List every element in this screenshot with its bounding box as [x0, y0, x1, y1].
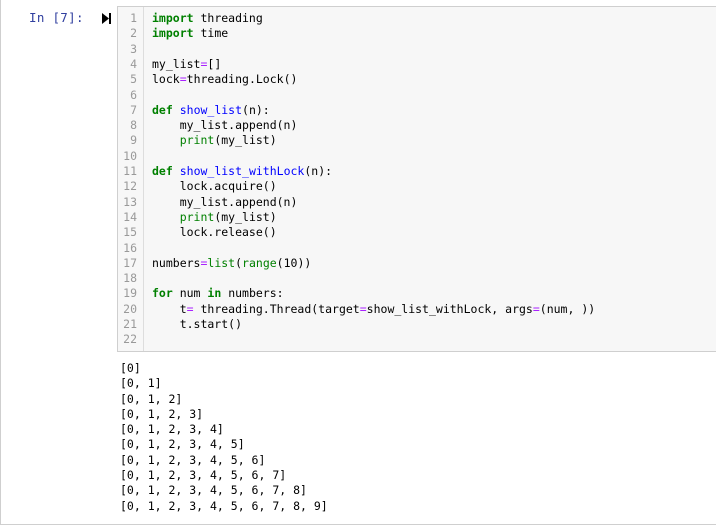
- code-token: (num, )): [539, 301, 596, 316]
- code-line: lock=threading.Lock(): [152, 72, 297, 87]
- code-token: (n):: [242, 102, 270, 117]
- line-number: 22: [123, 332, 137, 347]
- code-token: time: [193, 26, 229, 41]
- code-token: t: [152, 301, 187, 316]
- output-line: [0, 1, 2]: [120, 391, 183, 406]
- code-token: lock.acquire(): [152, 179, 277, 194]
- code-token: (10)): [276, 255, 312, 270]
- line-number: 12: [123, 179, 137, 194]
- code-line: import threading: [152, 11, 263, 26]
- code-token: lock: [152, 72, 180, 87]
- input-prompt: In [7]:: [29, 10, 84, 25]
- output-line: [0, 1, 2, 3, 4, 5, 6, 7]: [120, 468, 287, 483]
- code-token: show_list: [179, 102, 243, 117]
- run-cell-icon[interactable]: [101, 13, 111, 24]
- code-token: for: [152, 286, 173, 301]
- code-line: my_list.append(n): [152, 118, 298, 133]
- code-token: (my_list): [214, 209, 277, 224]
- line-number: 19: [123, 286, 137, 301]
- code-token: in: [207, 286, 222, 301]
- code-token: list: [207, 255, 236, 270]
- code-line: my_list=[]: [152, 57, 221, 72]
- code-line: print(my_list): [152, 133, 277, 148]
- code-token: (: [235, 255, 243, 270]
- line-number: 4: [130, 56, 137, 71]
- code-token: =: [532, 301, 540, 316]
- code-token: numbers:: [221, 286, 284, 301]
- code-token: num: [172, 286, 208, 301]
- code-token: (my_list): [214, 133, 277, 148]
- code-token: lock.release(): [152, 225, 277, 240]
- notebook-cell[interactable]: In [7]: 1 2 3 4 5 6 7 8 9 10 11 12 13 14 15 16 17 18 19 20 2…: [0, 0, 716, 525]
- line-number: 6: [130, 87, 137, 102]
- code-token: =: [179, 72, 187, 87]
- line-number: 15: [123, 225, 137, 240]
- line-number: 3: [130, 41, 137, 56]
- code-token: my_list.append(n): [152, 118, 298, 133]
- code-line: for num in numbers:: [152, 286, 284, 301]
- code-token: print: [179, 209, 215, 224]
- code-line: lock.release(): [152, 225, 277, 240]
- output-line: [0, 1, 2, 3, 4, 5]: [120, 437, 245, 452]
- output-line: [0, 1]: [120, 376, 162, 391]
- code-token: =: [186, 301, 194, 316]
- code-line: import time: [152, 26, 228, 41]
- line-number: 10: [123, 148, 137, 163]
- code-input-area[interactable]: 1 2 3 4 5 6 7 8 9 10 11 12 13 14 15 16 17 18 19 20 21 22 impo…: [117, 6, 716, 352]
- code-token: show_list_withLock, args: [366, 301, 533, 316]
- code-line: my_list.append(n): [152, 194, 298, 210]
- line-number: 1: [130, 11, 137, 25]
- output-line: [0, 1, 2, 3, 4, 5, 6]: [120, 452, 266, 467]
- line-number: 13: [123, 194, 137, 209]
- code-token: []: [207, 56, 222, 71]
- code-token: threading.Lock(): [186, 72, 298, 87]
- code-token: def: [152, 102, 173, 117]
- code-line: def show_list_withLock(n):: [152, 164, 332, 179]
- line-number-gutter: 1 2 3 4 5 6 7 8 9 10 11 12 13 14 15 16 17 18 19 20 21 22: [118, 7, 144, 351]
- code-token: =: [359, 301, 367, 316]
- output-line: [0, 1, 2, 3, 4]: [120, 422, 224, 437]
- code-line: lock.acquire(): [152, 179, 277, 194]
- code-token: my_list: [152, 56, 201, 71]
- line-number: 21: [123, 317, 137, 331]
- line-number: 11: [123, 164, 137, 178]
- line-number: 9: [130, 133, 137, 148]
- line-number: 18: [123, 271, 137, 286]
- code-token: show_list_withLock: [179, 164, 305, 178]
- line-number: 17: [123, 255, 137, 270]
- output-line: [0]: [120, 361, 141, 375]
- line-number: 8: [130, 118, 137, 133]
- code-line: t= threading.Thread(target=show_list_wit…: [152, 302, 595, 317]
- line-number: 7: [130, 102, 137, 117]
- code-token: threading: [193, 11, 263, 25]
- output-line: [0, 1, 2, 3]: [120, 406, 204, 421]
- code-token: (n):: [304, 164, 333, 178]
- cell-output: [0] [0, 1] [0, 1, 2] [0, 1, 2, 3] [0, 1, 2, …: [120, 361, 710, 514]
- output-line: [0, 1, 2, 3, 4, 5, 6, 7, 8]: [120, 483, 307, 498]
- code-token: my_list.append(n): [152, 194, 298, 209]
- code-token: def: [152, 164, 173, 178]
- code-token: numbers: [152, 255, 201, 270]
- line-number: 16: [123, 240, 137, 255]
- line-number: 5: [130, 72, 137, 87]
- line-number: 20: [123, 301, 137, 316]
- code-line: t.start(): [152, 317, 242, 332]
- line-number: 14: [123, 209, 137, 224]
- output-line: [0, 1, 2, 3, 4, 5, 6, 7, 8, 9]: [120, 498, 328, 513]
- code-line: numbers=list(range(10)): [152, 256, 311, 271]
- code-token: t.start(): [152, 317, 243, 331]
- code-token: threading.Thread(target: [193, 301, 360, 316]
- line-number: 2: [130, 26, 137, 41]
- code-token: range: [242, 255, 277, 270]
- code-line: print(my_list): [152, 210, 277, 225]
- code-line: def show_list(n):: [152, 103, 270, 118]
- code-token: print: [179, 133, 215, 148]
- code-token: import: [152, 26, 194, 41]
- code-token: import: [152, 11, 194, 25]
